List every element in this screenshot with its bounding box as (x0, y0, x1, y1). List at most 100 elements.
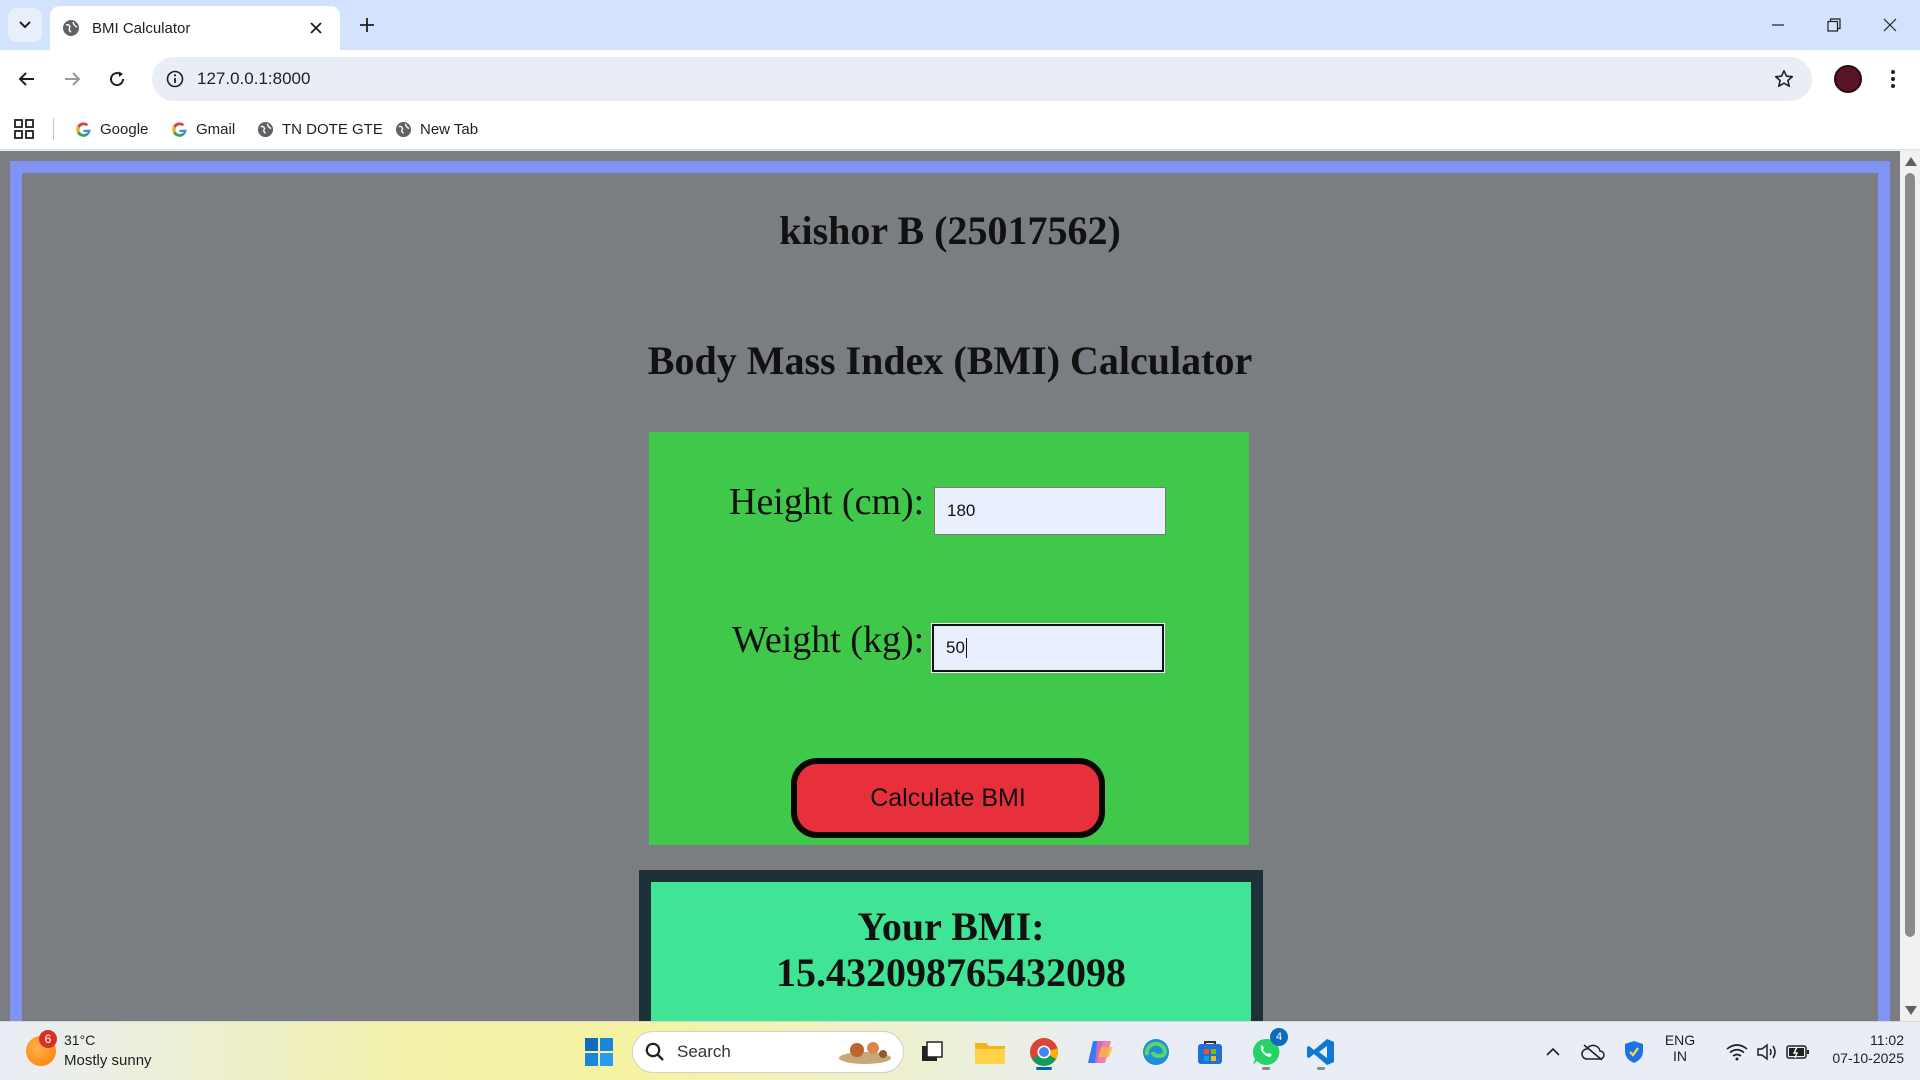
vscode-icon (1307, 1039, 1334, 1065)
language-code: ENG (1664, 1032, 1696, 1048)
page-content: kishor B (25017562) Body Mass Index (BMI… (22, 173, 1878, 1021)
taskbar-search[interactable]: Search (632, 1031, 904, 1073)
taskbar-whatsapp[interactable]: 4 (1246, 1028, 1288, 1072)
taskbar-file-explorer[interactable] (970, 1032, 1010, 1072)
reload-icon (110, 71, 125, 87)
text-caret (965, 638, 967, 658)
arrow-right-icon (65, 72, 81, 86)
page-frame: kishor B (25017562) Body Mass Index (BMI… (10, 161, 1890, 1021)
weight-label: Weight (kg): (732, 619, 925, 661)
whatsapp-badge: 4 (1270, 1028, 1288, 1046)
height-input[interactable]: 180 (934, 487, 1166, 535)
clock[interactable]: 11:02 07-10-2025 (1808, 1032, 1904, 1066)
copilot-icon (1088, 1041, 1113, 1063)
bookmarks-bar: Google Gmail TN DOTE GTE New Tab (0, 108, 1920, 150)
open-app-indicator (1317, 1067, 1325, 1070)
clock-date: 07-10-2025 (1832, 1050, 1904, 1066)
scrollbar-thumb[interactable] (1905, 173, 1915, 937)
page-scrollbar[interactable] (1900, 151, 1920, 1021)
profile-avatar[interactable] (1834, 65, 1862, 93)
search-highlight-icon (839, 1042, 891, 1064)
restore-button[interactable] (1806, 0, 1862, 50)
google-icon (170, 120, 188, 138)
weather-description[interactable]: Mostly sunny (64, 1052, 152, 1069)
chrome-icon (1030, 1038, 1058, 1066)
height-label: Height (cm): (729, 481, 925, 523)
bookmark-gmail[interactable]: Gmail (170, 116, 235, 142)
close-window-button[interactable] (1862, 0, 1918, 50)
forward-button[interactable] (55, 62, 89, 96)
chevron-up-icon (1546, 1047, 1560, 1056)
new-tab-button[interactable] (352, 10, 382, 40)
clock-time: 11:02 (1870, 1032, 1904, 1048)
close-icon (1883, 18, 1897, 32)
cloud-offline-icon (1581, 1044, 1605, 1061)
result-panel: Your BMI: 15.432098765432098 (639, 870, 1263, 1021)
globe-icon (256, 120, 274, 138)
onedrive-status[interactable] (1573, 1032, 1613, 1072)
browser-menu-button[interactable] (1878, 62, 1908, 96)
bookmark-label: Gmail (196, 120, 236, 138)
folder-icon (975, 1043, 1005, 1064)
shield-icon (1625, 1041, 1643, 1063)
bookmark-label: TN DOTE GTE (282, 120, 383, 138)
search-icon (645, 1042, 664, 1061)
taskbar-edge[interactable] (1136, 1032, 1176, 1072)
weight-input-value: 50 (946, 638, 965, 657)
weather-temperature[interactable]: 31°C (64, 1032, 95, 1048)
minimize-button[interactable] (1750, 0, 1806, 50)
bookmark-tn-dote-gte[interactable]: TN DOTE GTE (256, 116, 383, 142)
open-app-indicator (1262, 1067, 1270, 1070)
windows-logo-icon (585, 1038, 613, 1066)
bmi-form: Height (cm): 180 Weight (kg): 50 Calcula… (649, 432, 1249, 845)
start-button[interactable] (579, 1032, 619, 1072)
taskbar-store[interactable] (1190, 1032, 1230, 1072)
result-value: 15.432098765432098 (776, 950, 1126, 995)
weight-input[interactable]: 50 (932, 624, 1164, 672)
windows-taskbar: 6 31°C Mostly sunny Search 4 ENG IN 11:0… (0, 1021, 1920, 1080)
close-tab-icon[interactable] (304, 16, 328, 40)
minimize-icon (1772, 24, 1784, 26)
author-heading: kishor B (25017562) (779, 208, 1121, 253)
weather-notification-badge: 6 (39, 1030, 57, 1048)
chevron-down-icon (19, 21, 31, 29)
task-view-button[interactable] (912, 1032, 952, 1072)
google-icon (74, 120, 92, 138)
reload-button[interactable] (100, 62, 134, 96)
apps-grid-icon[interactable] (12, 117, 36, 141)
security-status[interactable] (1614, 1032, 1654, 1072)
globe-icon (394, 120, 412, 138)
restore-icon (1827, 18, 1841, 32)
plus-icon (360, 18, 374, 32)
calculate-bmi-button[interactable]: Calculate BMI (791, 758, 1105, 838)
arrow-left-icon (18, 72, 34, 86)
edge-icon (1143, 1039, 1169, 1065)
show-hidden-icons-button[interactable] (1533, 1032, 1573, 1072)
tab-search-button[interactable] (8, 8, 42, 42)
bookmarks-divider (53, 118, 54, 140)
bookmark-new-tab[interactable]: New Tab (394, 116, 478, 142)
bookmark-label: New Tab (420, 120, 479, 138)
task-view-icon (922, 1041, 943, 1061)
tab-bmi-calculator[interactable]: BMI Calculator (50, 6, 340, 50)
scroll-down-arrow-icon[interactable] (1905, 1006, 1917, 1015)
taskbar-vscode[interactable] (1301, 1032, 1341, 1072)
wifi-icon (1726, 1044, 1748, 1061)
calculate-bmi-label: Calculate BMI (870, 783, 1026, 812)
bookmark-star-icon[interactable] (1770, 65, 1798, 93)
tab-title: BMI Calculator (92, 19, 191, 37)
site-info-icon[interactable] (160, 64, 190, 94)
address-bar[interactable]: 127.0.0.1:8000 (152, 57, 1812, 101)
search-label: Search (677, 1042, 731, 1061)
taskbar-copilot[interactable] (1080, 1032, 1120, 1072)
height-input-value: 180 (947, 501, 976, 520)
active-app-indicator (1036, 1067, 1052, 1070)
back-button[interactable] (10, 62, 44, 96)
url-text[interactable]: 127.0.0.1:8000 (197, 69, 310, 89)
battery-charging-icon (1786, 1045, 1809, 1059)
scroll-up-arrow-icon[interactable] (1905, 157, 1917, 166)
taskbar-chrome[interactable] (1024, 1032, 1064, 1072)
volume-icon (1757, 1043, 1776, 1061)
language-indicator[interactable]: ENG IN (1660, 1032, 1700, 1064)
bookmark-google[interactable]: Google (74, 116, 148, 142)
